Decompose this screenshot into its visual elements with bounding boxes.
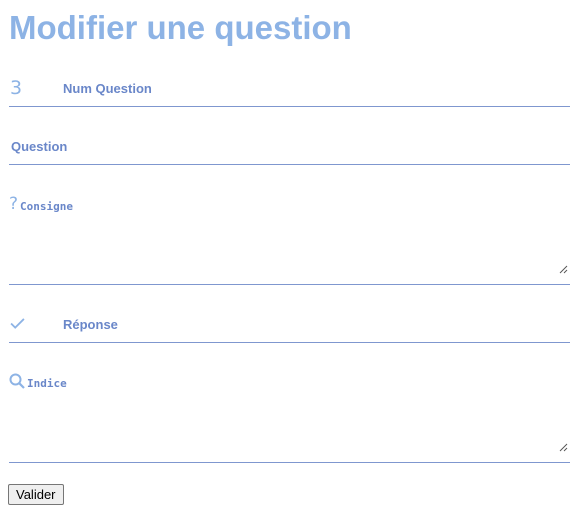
resize-handle-icon[interactable] xyxy=(559,265,568,274)
search-icon xyxy=(9,373,25,389)
consigne-textarea[interactable]: ? Consigne xyxy=(9,192,570,285)
num-question-placeholder: Num Question xyxy=(63,81,152,96)
checkmark-icon xyxy=(10,318,25,329)
indice-textarea[interactable]: Indice xyxy=(9,371,570,463)
num-question-field[interactable]: 3 Num Question xyxy=(9,76,570,107)
indice-placeholder: Indice xyxy=(27,377,67,390)
number-3-icon: 3 xyxy=(10,77,23,99)
reponse-placeholder: Réponse xyxy=(63,317,118,332)
question-mark-icon: ? xyxy=(9,194,19,214)
page-title: Modifier une question xyxy=(9,9,352,46)
consigne-placeholder: Consigne xyxy=(20,200,73,213)
resize-handle-icon[interactable] xyxy=(559,443,568,452)
reponse-field[interactable]: Réponse xyxy=(9,313,570,343)
question-placeholder: Question xyxy=(11,139,68,154)
question-field[interactable]: Question xyxy=(9,134,570,165)
valider-button[interactable]: Valider xyxy=(8,484,64,505)
